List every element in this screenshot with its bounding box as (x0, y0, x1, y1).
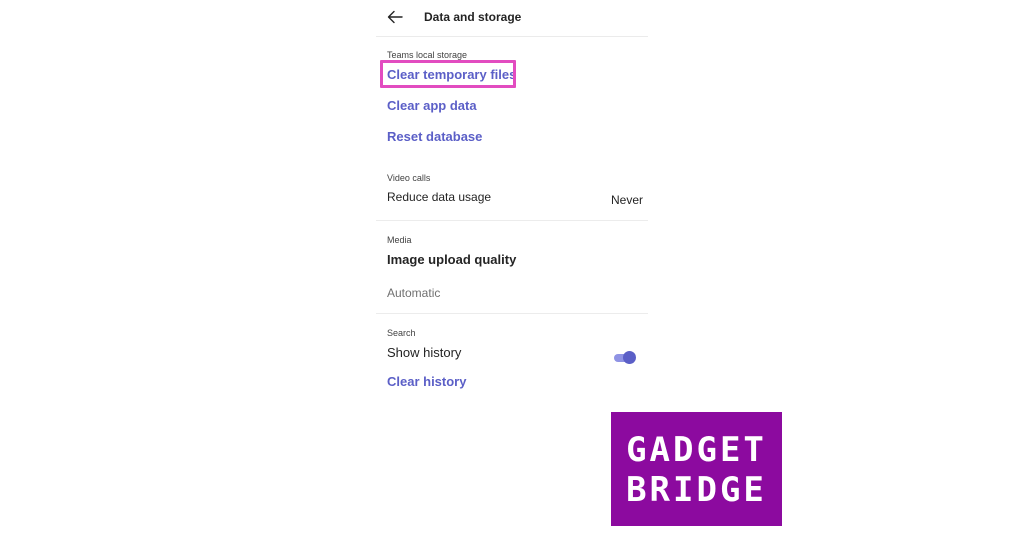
logo-text-line-2: BRIDGE (626, 470, 767, 510)
gadget-bridge-logo: GADGET BRIDGE (611, 412, 782, 526)
reduce-data-usage-label[interactable]: Reduce data usage (387, 190, 491, 204)
reduce-data-usage-value[interactable]: Never (611, 193, 643, 207)
divider (376, 313, 648, 314)
show-history-label: Show history (387, 345, 462, 360)
section-label-local-storage: Teams local storage (387, 50, 468, 60)
page-title: Data and storage (424, 10, 522, 24)
show-history-toggle[interactable] (614, 350, 636, 364)
section-label-search: Search (387, 328, 416, 338)
toggle-knob (623, 351, 636, 364)
logo-text-line-1: GADGET (626, 430, 767, 470)
image-upload-quality-label[interactable]: Image upload quality (387, 252, 516, 267)
section-label-video-calls: Video calls (387, 173, 431, 183)
data-and-storage-screen: Data and storage Teams local storage Cle… (376, 0, 648, 536)
image-upload-quality-value: Automatic (387, 286, 441, 300)
reset-database-link[interactable]: Reset database (387, 129, 482, 144)
section-label-media: Media (387, 235, 412, 245)
back-arrow-icon[interactable] (386, 8, 404, 26)
clear-temporary-files-link[interactable]: Clear temporary files (387, 67, 516, 82)
clear-app-data-link[interactable]: Clear app data (387, 98, 477, 113)
divider (376, 220, 648, 221)
header-bar: Data and storage (376, 0, 648, 37)
clear-history-link[interactable]: Clear history (387, 374, 466, 389)
